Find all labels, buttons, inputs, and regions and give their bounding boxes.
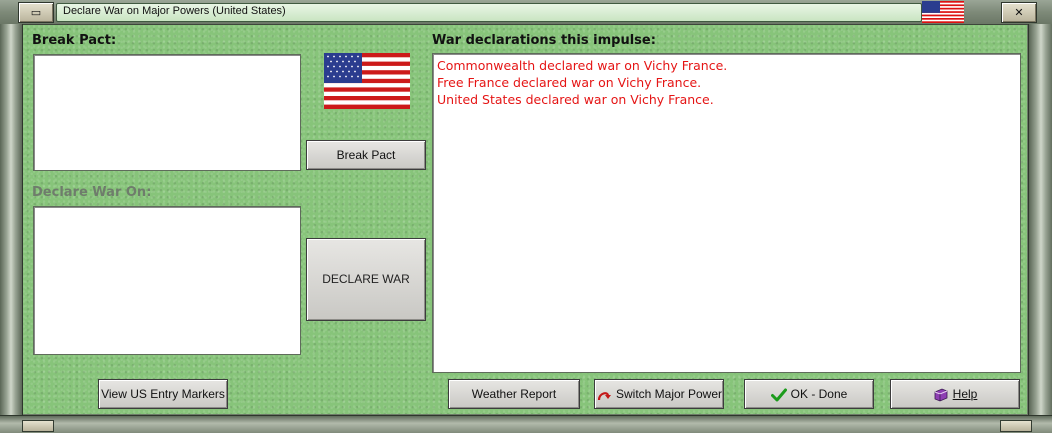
view-us-entry-markers-label: View US Entry Markers (101, 387, 225, 401)
bottom-frame (0, 415, 1052, 433)
switch-major-power-label: Switch Major Power (615, 387, 723, 401)
window-title: Declare War on Major Powers (United Stat… (63, 5, 286, 17)
ok-done-button[interactable]: OK - Done (744, 379, 874, 409)
declaration-line: Free France declared war on Vichy France… (437, 75, 702, 90)
minimize-button[interactable]: ▭ (18, 2, 54, 23)
corner-left-handle[interactable] (22, 420, 54, 432)
switch-arrow-icon (597, 391, 611, 400)
corner-right-handle[interactable] (1000, 420, 1032, 432)
declarations-list[interactable]: Commonwealth declared war on Vichy Franc… (432, 53, 1021, 373)
declare-war-button[interactable]: DECLARE WAR (306, 238, 426, 321)
declare-war-button-label: DECLARE WAR (322, 272, 410, 286)
help-label: Help (952, 387, 978, 401)
checkmark-icon (770, 388, 787, 402)
declaration-line: Commonwealth declared war on Vichy Franc… (437, 58, 728, 73)
left-frame (0, 24, 23, 416)
title-bar: ▭ Declare War on Major Powers (United St… (0, 0, 1052, 25)
declare-war-on-label: Declare War On: (32, 185, 152, 200)
minimize-icon: ▭ (30, 6, 42, 19)
declare-war-on-list[interactable] (33, 206, 301, 355)
view-us-entry-markers-button[interactable]: View US Entry Markers (98, 379, 228, 409)
help-button[interactable]: Help (890, 379, 1020, 409)
dialog-window: ▭ Declare War on Major Powers (United St… (0, 0, 1052, 433)
break-pact-list[interactable] (33, 54, 301, 171)
us-flag-icon (922, 1, 964, 23)
close-icon: ✕ (1014, 6, 1024, 19)
weather-report-label: Weather Report (471, 387, 557, 401)
declarations-label: War declarations this impulse: (432, 33, 656, 48)
ok-done-label: OK - Done (790, 387, 848, 401)
help-book-icon (934, 388, 948, 402)
weather-report-button[interactable]: Weather Report (448, 379, 580, 409)
break-pact-button-label: Break Pact (336, 148, 396, 162)
title-pill: Declare War on Major Powers (United Stat… (56, 3, 922, 22)
us-flag-large-icon (324, 53, 410, 109)
switch-major-power-button[interactable]: Switch Major Power (594, 379, 724, 409)
break-pact-label: Break Pact: (32, 33, 117, 48)
right-frame (1028, 24, 1052, 416)
break-pact-button[interactable]: Break Pact (306, 140, 426, 170)
declaration-line: United States declared war on Vichy Fran… (437, 92, 714, 107)
close-button[interactable]: ✕ (1001, 2, 1037, 23)
